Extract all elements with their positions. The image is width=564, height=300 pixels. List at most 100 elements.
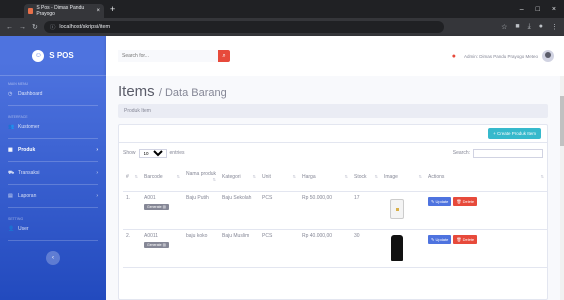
sidebar-item-dashboard[interactable]: ◷ Dashboard	[0, 86, 106, 102]
menu-icon[interactable]: ⋮	[551, 23, 558, 31]
table-search-input[interactable]	[473, 148, 543, 158]
th-num[interactable]: # ⇅	[123, 163, 141, 192]
minimize-button[interactable]: –	[520, 6, 524, 13]
page-scrollbar[interactable]	[560, 76, 564, 300]
sidebar-divider	[8, 207, 98, 208]
entries-label: entries	[169, 150, 185, 156]
generate-barcode-button[interactable]: Generate ▥	[144, 241, 169, 248]
user-menu[interactable]: ● Admin: Dimas Pandu Prayogo Meteo	[452, 50, 564, 62]
cart-icon: ⛟	[8, 169, 15, 176]
sidebar: ☺ S POS MAIN MENU ◷ Dashboard INTERFACE …	[0, 36, 106, 300]
sidebar-divider	[8, 138, 98, 139]
sidebar-heading-interface: INTERFACE	[8, 115, 28, 119]
update-button[interactable]: ✎ Update	[428, 234, 452, 244]
cell-stock: 17	[351, 191, 381, 230]
sidebar-divider	[8, 184, 98, 185]
barcode-value: A0011	[144, 232, 159, 239]
th-image[interactable]: Image ⇅	[381, 163, 425, 192]
cell-num: 1.	[123, 191, 141, 230]
users-icon: 👥	[8, 124, 15, 130]
entries-select[interactable]: 10	[138, 148, 167, 158]
cell-nama: Baju Putih	[183, 191, 219, 230]
delete-button[interactable]: 🗑 Delete	[453, 234, 478, 244]
items-card: + Create Produk Item Show 10 entries Sea…	[118, 124, 548, 300]
download-icon[interactable]: ⤓	[528, 23, 531, 31]
browser-tab[interactable]: S Pos - Dimas Pandu Prayogo ×	[24, 4, 104, 18]
maximize-button[interactable]: □	[536, 6, 540, 13]
sidebar-item-kustomer[interactable]: 👥 Kustomer	[0, 119, 106, 135]
chevron-right-icon: ›	[96, 193, 98, 199]
search-button[interactable]: ⌕	[218, 50, 230, 62]
sidebar-item-produk[interactable]: ▦ Produk ›	[0, 142, 106, 158]
delete-button[interactable]: 🗑 Delete	[453, 196, 478, 206]
cell-image	[381, 191, 425, 230]
sidebar-item-laporan[interactable]: ▤ Laporan ›	[0, 188, 106, 204]
smile-icon: ☺	[32, 49, 45, 62]
cell-actions: ✎ Update 🗑 Delete	[425, 191, 547, 230]
address-bar[interactable]: ⓘ localhost/skripsi/item	[43, 21, 444, 33]
back-icon[interactable]: ←	[6, 24, 13, 31]
table-row: 1. A001 Generate ▥ Baju Putih Baju Sekol…	[123, 191, 547, 230]
product-image	[384, 195, 410, 225]
bell-icon[interactable]: ●	[452, 53, 456, 60]
items-table: # ⇅ Barcode ⇅ Nama produk ⇅ Kategori ⇅ U…	[123, 163, 547, 268]
search-input[interactable]	[118, 50, 218, 62]
sidebar-item-label: Dashboard	[18, 91, 43, 97]
th-harga[interactable]: Harga ⇅	[299, 163, 351, 192]
sidebar-item-label: User	[18, 226, 29, 232]
browser-tab-strip: S Pos - Dimas Pandu Prayogo × + – □ ×	[0, 0, 564, 18]
close-window-button[interactable]: ×	[552, 6, 556, 13]
cell-num: 2.	[123, 229, 141, 268]
sidebar-item-label: Kustomer	[18, 124, 40, 130]
brand[interactable]: ☺ S POS	[0, 36, 106, 76]
main-content: Items / Data Barang Produk Item + Create…	[106, 76, 564, 300]
cell-kategori: Baju Sekolah	[219, 191, 259, 230]
page-title-sub: / Data Barang	[158, 87, 227, 99]
sidebar-item-label: Transaksi	[18, 170, 40, 176]
favicon-icon	[28, 8, 34, 14]
table-row: 2. A0011 Generate ▥ baju koko Baju Musli…	[123, 229, 547, 268]
th-stock[interactable]: Stock ⇅	[351, 163, 381, 192]
search-icon: ⌕	[222, 52, 226, 59]
extension-icon[interactable]: ■	[515, 23, 519, 31]
table-controls: Show 10 entries Search:	[119, 143, 547, 163]
th-kategori[interactable]: Kategori ⇅	[219, 163, 259, 192]
show-label: Show	[123, 150, 136, 156]
dashboard-icon: ◷	[8, 91, 13, 97]
table-search-label: Search:	[452, 150, 470, 156]
cell-unit: PCS	[259, 191, 299, 230]
cell-barcode: A001 Generate ▥	[141, 191, 183, 230]
star-icon[interactable]: ☆	[501, 23, 507, 31]
sidebar-divider	[8, 240, 98, 241]
th-actions[interactable]: Actions ⇅	[425, 163, 547, 192]
barcode-value: A001	[144, 194, 156, 201]
avatar[interactable]	[542, 50, 554, 62]
sidebar-item-user[interactable]: 👤 User	[0, 221, 106, 237]
cell-nama: baju koko	[183, 229, 219, 268]
cell-stock: 30	[351, 229, 381, 268]
create-item-button[interactable]: + Create Produk Item	[488, 128, 541, 139]
sidebar-heading-main: MAIN MENU	[8, 82, 29, 86]
sidebar-item-transaksi[interactable]: ⛟ Transaksi ›	[0, 165, 106, 181]
info-icon: ⓘ	[49, 25, 56, 31]
new-tab-button[interactable]: +	[110, 4, 115, 14]
th-unit[interactable]: Unit ⇅	[259, 163, 299, 192]
sidebar-toggle-button[interactable]: ‹	[46, 251, 60, 265]
cell-harga: Rp 40.000,00	[299, 229, 351, 268]
cell-actions: ✎ Update 🗑 Delete	[425, 229, 547, 268]
th-barcode[interactable]: Barcode ⇅	[141, 163, 183, 192]
sidebar-divider	[8, 105, 98, 106]
tab-title: S Pos - Dimas Pandu Prayogo	[36, 5, 85, 17]
th-nama[interactable]: Nama produk ⇅	[183, 163, 219, 192]
generate-barcode-button[interactable]: Generate ▥	[144, 203, 169, 210]
sidebar-item-label: Laporan	[18, 193, 37, 199]
reload-icon[interactable]: ↻	[32, 23, 38, 31]
forward-icon[interactable]: →	[19, 24, 26, 31]
update-button[interactable]: ✎ Update	[428, 196, 452, 206]
cell-barcode: A0011 Generate ▥	[141, 229, 183, 268]
topbar: ⌕ ● Admin: Dimas Pandu Prayogo Meteo	[106, 36, 564, 76]
profile-icon[interactable]: ●	[539, 23, 543, 31]
tab-close-icon[interactable]: ×	[96, 8, 100, 14]
chart-icon: ▤	[8, 193, 13, 199]
url-text: localhost/skripsi/item	[59, 24, 111, 30]
